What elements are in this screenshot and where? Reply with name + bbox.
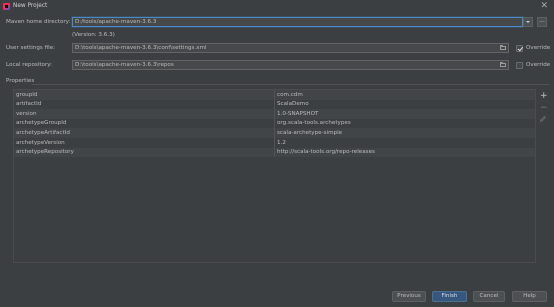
property-key: archetypeGroupId <box>16 120 67 127</box>
property-value[interactable]: http://scala-tools.org/repo-releases <box>277 149 375 155</box>
folder-icon[interactable] <box>500 62 506 67</box>
user-settings-override-checkbox[interactable] <box>516 45 523 52</box>
table-row[interactable]: archetypeArtifactId scala-archetype-simp… <box>14 128 535 138</box>
add-property-icon[interactable]: + <box>540 92 548 101</box>
maven-home-combo[interactable]: D:/tools/apache-maven-3.6.3 <box>72 17 523 27</box>
maven-home-dropdown-button[interactable] <box>523 17 533 27</box>
table-row[interactable]: archetypeVersion 1.2 <box>14 138 535 148</box>
maven-home-value: D:/tools/apache-maven-3.6.3 <box>75 19 157 25</box>
user-settings-field[interactable]: D:\tools\apache-maven-3.6.3\conf\setting… <box>72 43 509 53</box>
table-row[interactable]: groupId com.cdm <box>14 90 535 100</box>
user-settings-override-label[interactable]: Override <box>526 45 550 51</box>
user-settings-value: D:\tools\apache-maven-3.6.3\conf\setting… <box>75 45 207 51</box>
table-row[interactable]: archetypeGroupId org.scala-tools.archety… <box>14 118 535 129</box>
edit-pencil-icon[interactable] <box>540 116 546 122</box>
finish-button[interactable]: Finish <box>432 291 467 302</box>
property-key: artifactId <box>16 101 42 108</box>
title-bar: New Project ✕ <box>0 0 554 13</box>
properties-table[interactable]: groupId com.cdm artifactId ScalaDemo ver… <box>13 89 536 263</box>
table-row[interactable]: artifactId ScalaDemo <box>14 99 535 110</box>
help-button[interactable]: Help <box>512 291 547 302</box>
local-repo-field[interactable]: D:\tools\apache-maven-3.6.3\repos <box>72 60 509 70</box>
property-key: archetypeVersion <box>16 139 65 146</box>
property-value[interactable]: 1.0-SNAPSHOT <box>277 111 318 117</box>
property-key: archetypeRepository <box>16 149 74 156</box>
intellij-app-icon <box>3 3 10 10</box>
previous-button[interactable]: Previous <box>392 291 426 302</box>
close-icon[interactable]: ✕ <box>540 1 548 11</box>
property-value[interactable]: scala-archetype-simple <box>277 130 342 136</box>
table-row[interactable]: archetypeRepository http://scala-tools.o… <box>14 147 535 158</box>
local-repo-override-checkbox[interactable] <box>516 62 523 69</box>
maven-version-text: (Version: 3.6.3) <box>72 32 115 38</box>
table-row[interactable]: version 1.0-SNAPSHOT <box>14 109 535 119</box>
property-value[interactable]: ScalaDemo <box>277 101 309 107</box>
property-value[interactable]: com.cdm <box>277 92 303 98</box>
local-repo-value: D:\tools\apache-maven-3.6.3\repos <box>75 62 174 68</box>
property-key: version <box>16 110 37 117</box>
property-value[interactable]: org.scala-tools.archetypes <box>277 120 351 126</box>
properties-heading: Properties <box>6 78 35 84</box>
folder-icon[interactable] <box>500 45 506 50</box>
maven-home-label: Maven home directory: <box>6 19 71 25</box>
maven-home-browse-button[interactable]: ... <box>537 17 547 27</box>
window-title: New Project <box>13 3 48 9</box>
property-key: groupId <box>16 91 38 98</box>
local-repo-label: Local repository: <box>6 62 53 68</box>
property-key: archetypeArtifactId <box>16 129 70 136</box>
properties-separator <box>32 84 549 85</box>
property-value[interactable]: 1.2 <box>277 140 286 146</box>
remove-property-icon[interactable]: − <box>540 104 548 113</box>
local-repo-override-label[interactable]: Override <box>526 62 550 68</box>
cancel-button[interactable]: Cancel <box>473 291 505 302</box>
user-settings-label: User settings file: <box>6 45 56 51</box>
